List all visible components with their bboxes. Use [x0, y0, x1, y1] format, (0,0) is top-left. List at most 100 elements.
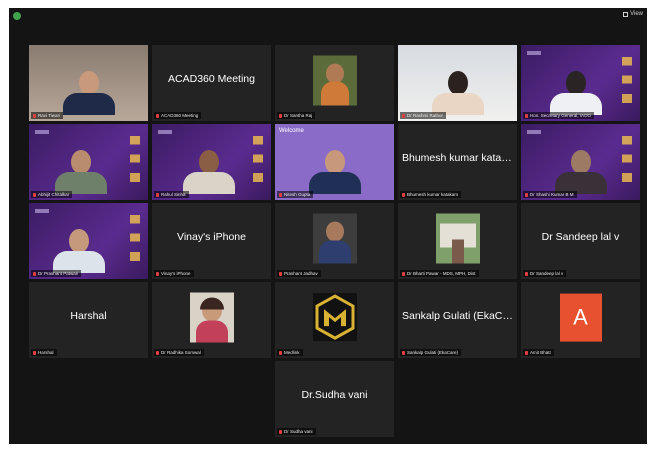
participant-tile[interactable]: Dr Sandeep lal v Dr Sandeep lal v	[521, 203, 640, 279]
participant-name: Hon. Secretary General, IAOO	[530, 113, 592, 118]
participant-nameplate: Nitesh Gupta	[277, 191, 314, 198]
participant-name: Dr Radhika Somwal	[161, 350, 201, 355]
participant-nameplate: Harshal	[31, 349, 57, 356]
participant-display-name: Vinay's iPhone	[177, 231, 246, 243]
muted-mic-icon	[156, 271, 159, 276]
muted-mic-icon	[525, 271, 528, 276]
participant-tile[interactable]: Rahul Sinha	[152, 124, 271, 200]
participant-tile[interactable]: Prashant Jadhav	[275, 203, 394, 279]
participant-name: Ravi Tiwari	[38, 113, 61, 118]
muted-mic-icon	[33, 113, 36, 118]
conference-logo	[130, 136, 140, 182]
participant-tile[interactable]: Dr Bharti Pawar - MDS, MPH, Dist	[398, 203, 517, 279]
participant-name: Dr Shashi Kumar B M	[530, 192, 574, 197]
muted-mic-icon	[33, 192, 36, 197]
participant-tile[interactable]: Dr Rashmi Rathor	[398, 45, 517, 121]
participant-name: Sankalp Gulati (EkaCare)	[407, 350, 459, 355]
muted-mic-icon	[156, 350, 159, 355]
participant-tile[interactable]: Harshal Harshal	[29, 282, 148, 358]
participant-display-name: Sankalp Gulati (EkaCare)	[402, 310, 517, 322]
conference-logo	[622, 57, 632, 103]
gallery-grid-icon	[623, 11, 629, 17]
initial-avatar: A	[559, 293, 602, 342]
participant-tile[interactable]: Medlink	[275, 282, 394, 358]
muted-mic-icon	[33, 350, 36, 355]
participant-nameplate: ACAD360 Meeting	[154, 112, 202, 119]
participant-nameplate: Prashant Jadhav	[277, 270, 321, 277]
muted-mic-icon	[402, 271, 405, 276]
muted-mic-icon	[402, 113, 405, 118]
participant-display-name: Dr Sandeep lal v	[541, 231, 620, 243]
participant-nameplate: Dr Sudha vani	[277, 428, 316, 435]
participant-nameplate: Dr Santha Raj	[277, 112, 316, 119]
participant-tile[interactable]: Bhumesh kumar kataka... Bhumesh kumar ka…	[398, 124, 517, 200]
participant-name: Dr Rashmi Rathor	[407, 113, 444, 118]
participant-video	[549, 71, 602, 115]
muted-mic-icon	[279, 192, 282, 197]
muted-mic-icon	[156, 113, 159, 118]
participant-nameplate: Dr Bharti Pawar - MDS, MPH, Dist	[400, 270, 479, 277]
profile-picture	[312, 55, 357, 106]
participant-display-name: ACAD360 Meeting	[168, 73, 255, 85]
muted-mic-icon	[525, 113, 528, 118]
participant-nameplate: Dr Rashmi Rathor	[400, 112, 447, 119]
participant-nameplate: Ravi Tiwari	[31, 112, 64, 119]
muted-mic-icon	[33, 271, 36, 276]
participant-nameplate: Rahul Sinha	[154, 191, 189, 198]
view-button[interactable]: View	[623, 11, 643, 17]
participant-name: Vinay's iPhone	[161, 271, 191, 276]
participant-tile[interactable]: Vinay's iPhone Vinay's iPhone	[152, 203, 271, 279]
security-shield-icon[interactable]	[13, 12, 21, 20]
participant-video	[62, 71, 115, 115]
participant-tile[interactable]: Dr Shashi Kumar B M	[521, 124, 640, 200]
participant-video	[308, 150, 361, 194]
conference-banner	[35, 209, 49, 213]
participant-nameplate: Dr Sandeep lal v	[523, 270, 567, 277]
participant-nameplate: Dr Shashi Kumar B M	[523, 191, 577, 198]
conference-logo	[253, 136, 263, 182]
muted-mic-icon	[279, 113, 282, 118]
participant-tile[interactable]: Welcome Nitesh Gupta	[275, 124, 394, 200]
conference-banner	[527, 51, 541, 55]
participant-video	[183, 150, 236, 194]
profile-picture	[189, 292, 234, 343]
participant-name: Medlink	[284, 350, 300, 355]
participant-tile[interactable]: Ravi Tiwari	[29, 45, 148, 121]
muted-mic-icon	[402, 192, 405, 197]
participant-tile[interactable]: Dr.Sudha vani Dr Sudha vani	[275, 361, 394, 437]
participant-nameplate: Dr Radhika Somwal	[154, 349, 204, 356]
profile-picture	[435, 213, 480, 264]
muted-mic-icon	[279, 350, 282, 355]
participant-name: Dr Prashant Patwari	[38, 271, 79, 276]
participant-name: Dr Santha Raj	[284, 113, 313, 118]
medlink-logo	[312, 293, 357, 342]
meeting-window: View Ravi Tiwari ACAD360 Meeting ACAD360…	[9, 8, 647, 444]
participant-tile[interactable]: Sankalp Gulati (EkaCare) Sankalp Gulati …	[398, 282, 517, 358]
participant-nameplate: Dr Prashant Patwari	[31, 270, 82, 277]
profile-picture	[312, 213, 357, 264]
participant-nameplate: Vinay's iPhone	[154, 270, 194, 277]
participant-tile[interactable]: Dr Radhika Somwal	[152, 282, 271, 358]
participant-nameplate: Medlink	[277, 349, 303, 356]
participant-tile[interactable]: Hon. Secretary General, IAOO	[521, 45, 640, 121]
participant-video	[52, 229, 105, 273]
participant-name: Dr Sudha vani	[284, 429, 313, 434]
virtual-background-text: Welcome	[279, 128, 304, 134]
participant-name: Abhijit Chitalkar	[38, 192, 70, 197]
participant-video	[431, 71, 484, 115]
participant-tile[interactable]: A Amit Bhatt	[521, 282, 640, 358]
participant-tile[interactable]: Abhijit Chitalkar	[29, 124, 148, 200]
participant-nameplate: Amit Bhatt	[523, 349, 554, 356]
participant-nameplate: Bhumesh kumar katakam	[400, 191, 462, 198]
muted-mic-icon	[279, 271, 282, 276]
participant-tile[interactable]: Dr Santha Raj	[275, 45, 394, 121]
participant-name: Rahul Sinha	[161, 192, 186, 197]
participant-tile[interactable]: Dr Prashant Patwari	[29, 203, 148, 279]
participant-tile[interactable]: ACAD360 Meeting ACAD360 Meeting	[152, 45, 271, 121]
conference-logo	[622, 136, 632, 182]
view-label: View	[630, 11, 643, 17]
participant-display-name: Dr.Sudha vani	[301, 389, 368, 401]
participant-nameplate: Sankalp Gulati (EkaCare)	[400, 349, 462, 356]
participant-name: Nitesh Gupta	[284, 192, 311, 197]
muted-mic-icon	[525, 350, 528, 355]
